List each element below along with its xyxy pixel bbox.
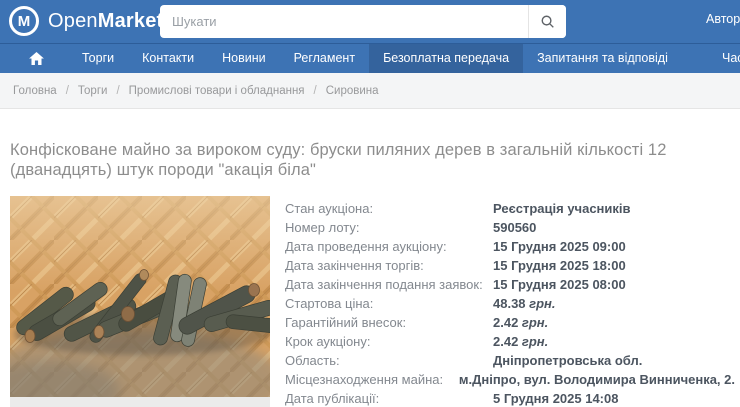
openmarket-logo-icon: M <box>9 6 39 36</box>
detail-row: Номер лоту:590560 <box>285 218 735 237</box>
page-title: Конфісковане майно за вироком суду: брус… <box>10 140 700 180</box>
detail-label: Дата закінчення подання заявок: <box>285 277 493 292</box>
detail-label: Дата публікації: <box>285 391 493 406</box>
main-nav: ТоргиКонтактиНовиниРегламентБезоплатна п… <box>0 43 740 73</box>
detail-value: 15 Грудня 2025 08:00 <box>493 277 735 292</box>
detail-value: Реєстрація учасників <box>493 201 735 216</box>
breadcrumb-separator: / <box>66 85 69 97</box>
breadcrumb-separator: / <box>116 85 119 97</box>
header: M OpenMarket Автори <box>0 0 740 43</box>
detail-label: Дата закінчення торгів: <box>285 258 493 273</box>
search-button[interactable] <box>528 5 566 38</box>
detail-value: 15 Грудня 2025 09:00 <box>493 239 735 254</box>
detail-row: Дата проведення аукціону:15 Грудня 2025 … <box>285 237 735 256</box>
detail-value: 15 Грудня 2025 18:00 <box>493 258 735 273</box>
detail-row: Дата публікації:5 Грудня 2025 14:08 <box>285 389 735 407</box>
detail-value: 2.42 грн. <box>493 334 735 349</box>
detail-row: Стан аукціона:Реєстрація учасників <box>285 199 735 218</box>
detail-label: Крок аукціону: <box>285 334 493 349</box>
nav-item-reglament[interactable]: Регламент <box>280 44 369 73</box>
auth-link[interactable]: Автори <box>706 12 740 26</box>
search-box <box>160 5 566 38</box>
nav-item-kontakty[interactable]: Контакти <box>128 44 208 73</box>
detail-row: Дата закінчення подання заявок:15 Грудня… <box>285 275 735 294</box>
detail-label: Номер лоту: <box>285 220 493 235</box>
detail-value: 2.42 грн. <box>493 315 735 330</box>
logo-letter: M <box>18 14 31 29</box>
search-icon <box>540 14 555 29</box>
home-icon[interactable] <box>22 44 50 73</box>
breadcrumb-item: Сировина <box>326 85 379 97</box>
lot-photo[interactable] <box>10 196 270 397</box>
detail-value: 48.38 грн. <box>493 296 735 311</box>
nav-item-torgy[interactable]: Торги <box>68 44 128 73</box>
breadcrumb: Головна / Торги / Промислові товари і обладн… <box>0 73 740 109</box>
brand-name: OpenMarket <box>48 10 163 33</box>
breadcrumb-item[interactable]: Промислові товари і обладнання <box>129 85 305 97</box>
nav-item-bezoplatna-peredacha[interactable]: Безоплатна передача <box>369 44 523 73</box>
breadcrumb-item[interactable]: Торги <box>78 85 108 97</box>
nav-item-zapytannia-ta-vidpovidi[interactable]: Запитання та відповіді <box>523 44 682 73</box>
page: M OpenMarket Автори ТоргиКонтактиНовиниР… <box>0 0 740 407</box>
brand-name-bold: Market <box>98 10 164 32</box>
detail-row: Область:Дніпропетровська обл. <box>285 351 735 370</box>
lot-photo-image <box>10 196 270 397</box>
detail-label: Стан аукціона: <box>285 201 493 216</box>
detail-label: Дата проведення аукціону: <box>285 239 493 254</box>
detail-row: Стартова ціна:48.38 грн. <box>285 294 735 313</box>
detail-label: Область: <box>285 353 493 368</box>
breadcrumb-item[interactable]: Головна <box>13 85 57 97</box>
detail-value: 5 Грудня 2025 14:08 <box>493 391 735 406</box>
detail-label: Місцезнаходження майна: <box>285 372 459 387</box>
detail-row: Місцезнаходження майна:м.Дніпро, вул. Во… <box>285 370 735 389</box>
photo-gallery-strip <box>10 397 270 407</box>
brand-name-light: Open <box>48 10 98 32</box>
detail-label: Гарантійний внесок: <box>285 315 493 330</box>
breadcrumb-separator: / <box>314 85 317 97</box>
lot-details: Стан аукціона:Реєстрація учасниківНомер … <box>285 199 735 407</box>
detail-value: Дніпропетровська обл. <box>493 353 735 368</box>
search-input[interactable] <box>160 5 528 38</box>
logo[interactable]: M OpenMarket <box>9 6 163 36</box>
detail-value: м.Дніпро, вул. Володимира Винниченка, 2. <box>459 372 735 387</box>
nav-right-label[interactable]: Час <box>722 44 740 73</box>
detail-label: Стартова ціна: <box>285 296 493 311</box>
nav-item-novyny[interactable]: Новини <box>208 44 280 73</box>
detail-row: Дата закінчення торгів:15 Грудня 2025 18… <box>285 256 735 275</box>
main-nav-items: ТоргиКонтактиНовиниРегламентБезоплатна п… <box>68 44 682 73</box>
detail-row: Гарантійний внесок:2.42 грн. <box>285 313 735 332</box>
detail-row: Крок аукціону:2.42 грн. <box>285 332 735 351</box>
detail-value: 590560 <box>493 220 735 235</box>
